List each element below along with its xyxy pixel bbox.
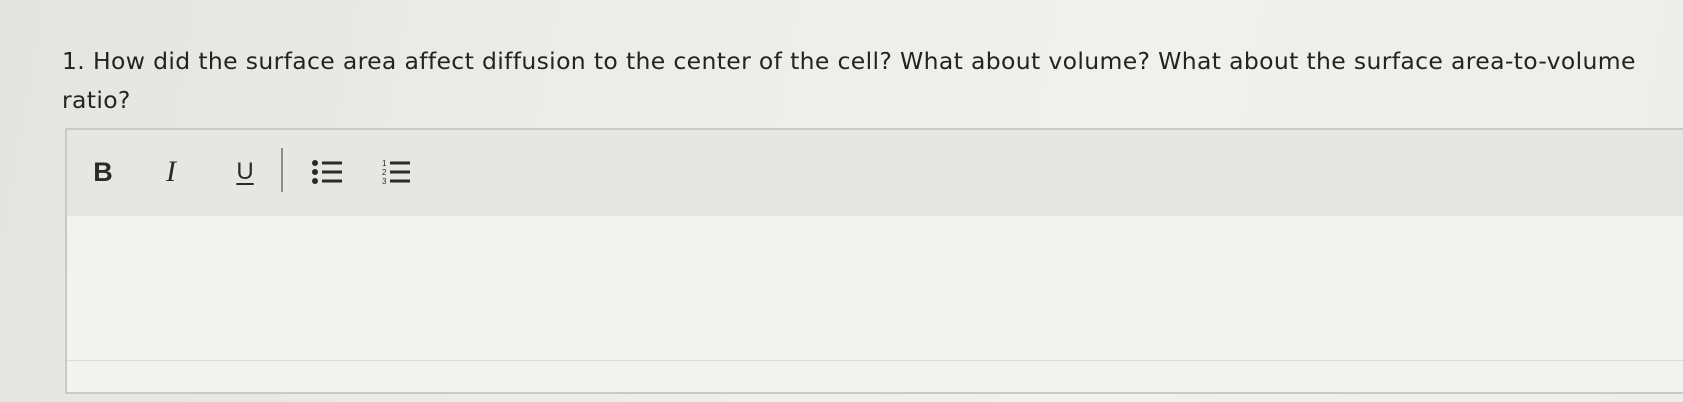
bulleted-list-icon bbox=[312, 160, 342, 184]
numbered-list-button[interactable]: 1 2 3 bbox=[379, 150, 415, 194]
bold-icon: B bbox=[93, 156, 113, 187]
numbered-list-icon: 1 2 3 bbox=[382, 159, 410, 186]
rich-text-editor: B I U 1 2 3 bbox=[65, 128, 1683, 394]
svg-text:2: 2 bbox=[382, 168, 387, 177]
underline-icon: U bbox=[236, 158, 254, 185]
toolbar-divider bbox=[281, 148, 283, 192]
question-text: 1. How did the surface area affect diffu… bbox=[62, 47, 1636, 114]
editor-content-area[interactable] bbox=[67, 216, 1683, 392]
bold-button[interactable]: B bbox=[87, 150, 119, 194]
svg-text:1: 1 bbox=[382, 159, 387, 168]
editor-bottom-rule bbox=[67, 360, 1683, 361]
editor-toolbar: B I U 1 2 3 bbox=[67, 130, 1683, 217]
underline-button[interactable]: U bbox=[229, 150, 261, 194]
italic-button[interactable]: I bbox=[155, 150, 187, 194]
svg-text:3: 3 bbox=[382, 177, 387, 186]
bulleted-list-button[interactable] bbox=[307, 150, 347, 194]
italic-icon: I bbox=[166, 155, 176, 188]
